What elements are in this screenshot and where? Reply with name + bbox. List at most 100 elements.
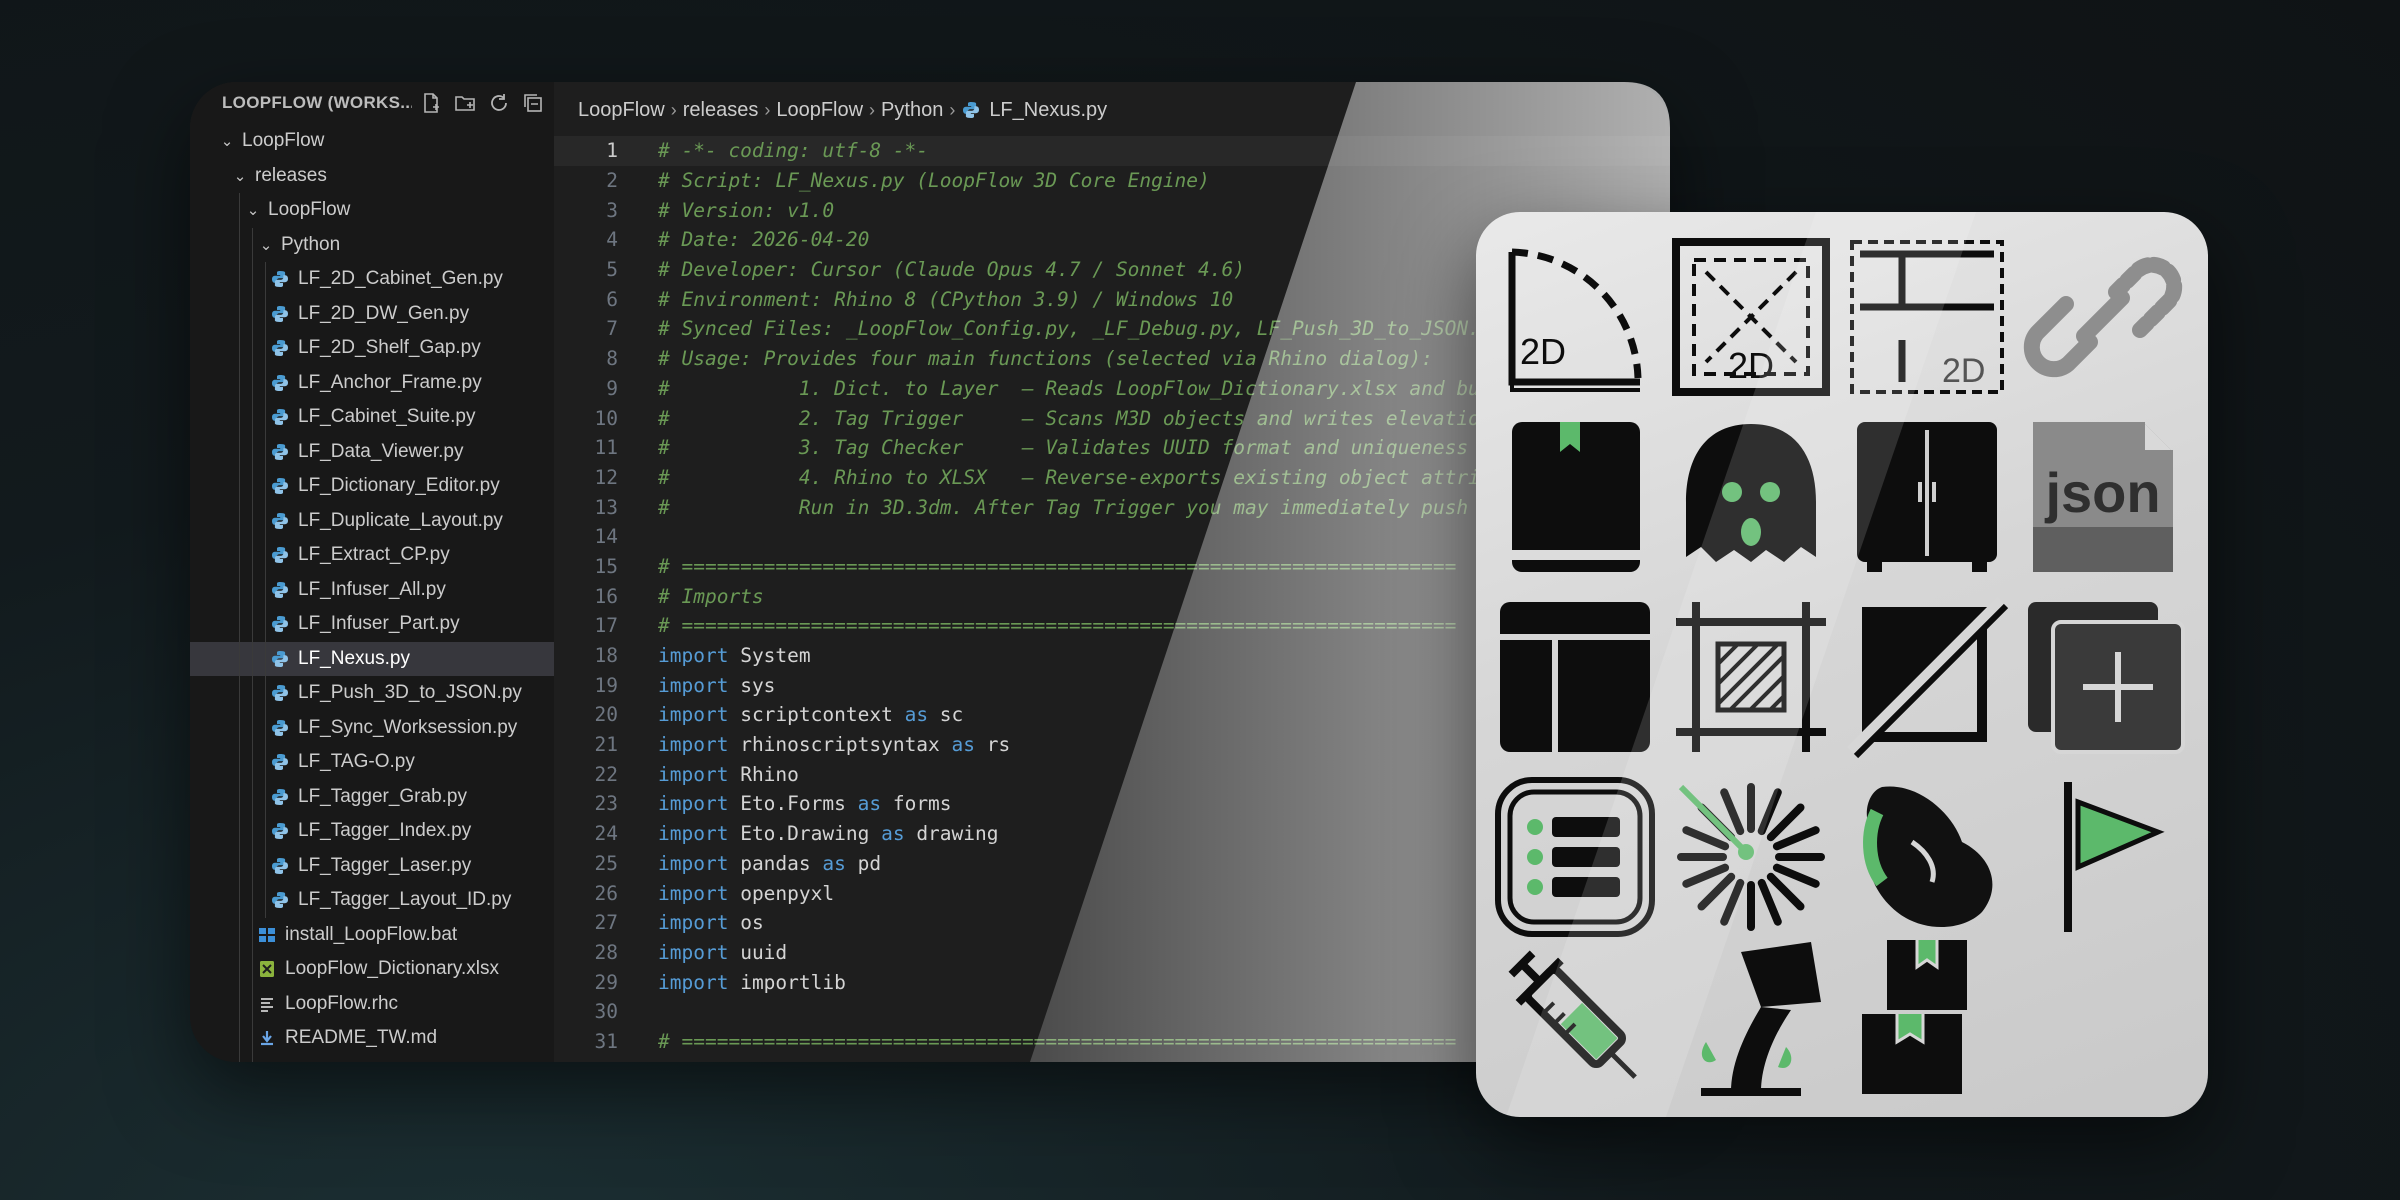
line-text: import sys: [658, 673, 776, 697]
2d-door-swing-icon[interactable]: 2D: [1490, 232, 1660, 402]
indent-guide: [252, 779, 253, 814]
line-number: 5: [606, 258, 618, 282]
python-file-icon: [270, 718, 290, 738]
line-text: # Usage: Provides four main functions (s…: [658, 347, 1433, 371]
indent-guide: [252, 883, 253, 918]
flag-icon[interactable]: [2018, 772, 2188, 942]
line-number: 31: [594, 1029, 618, 1053]
indent-guide: [265, 814, 266, 849]
syringe-icon[interactable]: [1490, 932, 1660, 1102]
line-number: 12: [594, 465, 618, 489]
ghost-icon[interactable]: [1666, 412, 1836, 582]
tree-item-label: Python: [281, 233, 341, 255]
workspace-title[interactable]: LOOPFLOW (WORKS...: [222, 93, 412, 113]
chevron-down-icon[interactable]: ⌄: [231, 167, 249, 185]
new-file-icon[interactable]: [416, 88, 446, 118]
indent-guide: [265, 779, 266, 814]
indent-guide: [252, 952, 253, 987]
new-folder-icon[interactable]: [450, 88, 480, 118]
chevron-right-icon: ›: [764, 99, 771, 120]
chevron-down-icon[interactable]: ⌄: [244, 201, 262, 219]
chevron-down-icon[interactable]: ⌄: [257, 236, 275, 254]
line-number: 22: [594, 762, 618, 786]
collapse-all-icon[interactable]: [518, 88, 548, 118]
file-item[interactable]: LF_Tagger_Laser.py: [190, 848, 554, 883]
duplicate-add-icon[interactable]: [2018, 592, 2188, 762]
file-item[interactable]: LF_Tagger_Index.py: [190, 814, 554, 849]
line-text: # Imports: [658, 584, 764, 608]
chain-link-icon[interactable]: [2018, 232, 2188, 402]
folder-item[interactable]: ⌄ LoopFlow: [190, 124, 554, 159]
stacked-boxes-icon[interactable]: [1842, 932, 2012, 1102]
file-item[interactable]: LF_Tagger_Grab.py: [190, 779, 554, 814]
2d-frame-cross-icon[interactable]: 2D: [1666, 232, 1836, 402]
dictionary-book-icon[interactable]: [1490, 412, 1660, 582]
hatched-frame-icon[interactable]: [1666, 592, 1836, 762]
file-item[interactable]: LF_Data_Viewer.py: [190, 434, 554, 469]
list-checker-icon[interactable]: [1490, 772, 1660, 942]
download-file-icon: [257, 1028, 277, 1048]
indent-guide: [239, 986, 240, 1021]
file-item[interactable]: LF_Cabinet_Suite.py: [190, 400, 554, 435]
breadcrumb-item[interactable]: LF_Nexus.py: [989, 99, 1107, 122]
icon-panel: 2D 2D 2D json: [1476, 212, 2208, 1117]
folder-item[interactable]: ⌄ LoopFlow: [190, 193, 554, 228]
cabinet-icon[interactable]: [1842, 412, 2012, 582]
file-item[interactable]: LF_Duplicate_Layout.py: [190, 503, 554, 538]
file-item[interactable]: LF_Infuser_Part.py: [190, 607, 554, 642]
refresh-icon[interactable]: [484, 88, 514, 118]
file-item[interactable]: LF_Anchor_Frame.py: [190, 365, 554, 400]
indent-guide: [252, 676, 253, 711]
file-item[interactable]: LoopFlow_Dictionary.xlsx: [190, 952, 554, 987]
file-item[interactable]: LF_TAG-O.py: [190, 745, 554, 780]
file-item[interactable]: README.md: [190, 1055, 554, 1062]
file-item[interactable]: LF_2D_Shelf_Gap.py: [190, 331, 554, 366]
file-item[interactable]: LF_Push_3D_to_JSON.py: [190, 676, 554, 711]
line-number: 2: [606, 169, 618, 193]
grab-hand-icon[interactable]: [1842, 772, 2012, 942]
file-item[interactable]: README_TW.md: [190, 1021, 554, 1056]
file-item[interactable]: install_LoopFlow.bat: [190, 917, 554, 952]
breadcrumb-item[interactable]: LoopFlow: [578, 99, 665, 122]
tree-item-label: README_TW.md: [285, 1027, 438, 1049]
file-item[interactable]: LF_Tagger_Layout_ID.py: [190, 883, 554, 918]
file-item[interactable]: LF_Infuser_All.py: [190, 572, 554, 607]
breadcrumb-item[interactable]: Python: [881, 99, 943, 122]
code-line[interactable]: 1 # -*- coding: utf-8 -*-: [554, 136, 1670, 166]
pour-bucket-icon[interactable]: [1666, 932, 1836, 1102]
file-item[interactable]: LF_2D_DW_Gen.py: [190, 296, 554, 331]
2d-shelf-layout-icon[interactable]: 2D: [1842, 232, 2012, 402]
line-text: # Synced Files: _LoopFlow_Config.py, _LF…: [658, 317, 1504, 341]
indent-guide: [252, 641, 253, 676]
json-file-icon[interactable]: json: [2018, 412, 2188, 582]
folder-item[interactable]: ⌄ releases: [190, 159, 554, 194]
tree-item-label: LF_2D_Cabinet_Gen.py: [298, 268, 503, 290]
indent-guide: [252, 400, 253, 435]
file-item[interactable]: LF_Nexus.py: [190, 641, 554, 676]
file-item[interactable]: LF_Dictionary_Editor.py: [190, 469, 554, 504]
tree-item-label: LF_2D_DW_Gen.py: [298, 302, 470, 324]
tree-item-label: LF_Infuser_Part.py: [298, 613, 460, 635]
grid-layout-icon[interactable]: [1490, 592, 1660, 762]
indent-guide: [265, 331, 266, 366]
line-text: # 3. Tag Checker — Validates UUID format…: [658, 436, 1516, 460]
breadcrumb-item[interactable]: releases: [683, 99, 759, 122]
code-line[interactable]: 2 # Script: LF_Nexus.py (LoopFlow 3D Core…: [554, 166, 1670, 196]
indent-guide: [239, 469, 240, 504]
file-item[interactable]: LF_Sync_Worksession.py: [190, 710, 554, 745]
file-item[interactable]: LoopFlow.rhc: [190, 986, 554, 1021]
diagonal-split-icon[interactable]: [1842, 592, 2012, 762]
chevron-down-icon[interactable]: ⌄: [218, 132, 236, 150]
breadcrumb-item[interactable]: LoopFlow: [776, 99, 863, 122]
file-item[interactable]: LF_Extract_CP.py: [190, 538, 554, 573]
indent-guide: [252, 572, 253, 607]
tree-item-label: LF_Dictionary_Editor.py: [298, 475, 500, 497]
folder-item[interactable]: ⌄ Python: [190, 227, 554, 262]
indent-guide: [265, 848, 266, 883]
line-number: 23: [594, 792, 618, 816]
file-item[interactable]: LF_2D_Cabinet_Gen.py: [190, 262, 554, 297]
tree-item-label: LoopFlow_Dictionary.xlsx: [285, 958, 500, 980]
indent-guide: [239, 262, 240, 297]
laser-burst-icon[interactable]: [1666, 772, 1836, 942]
python-file-icon: [270, 580, 290, 600]
